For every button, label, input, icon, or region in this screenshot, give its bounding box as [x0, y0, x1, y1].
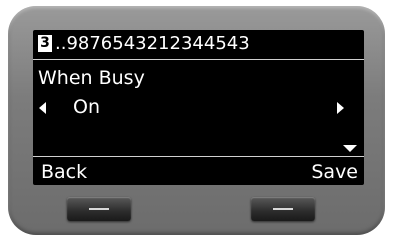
arrow-right-icon[interactable] [337, 102, 344, 114]
softkey-bar: Back Save [33, 156, 364, 185]
right-softkey-mark [273, 208, 293, 210]
setting-label: When Busy [38, 67, 145, 89]
setting-value[interactable]: On [73, 96, 100, 118]
title-bar: 3 ..9876543212344543 [33, 30, 364, 60]
left-softkey-button[interactable] [67, 197, 131, 221]
line-number-badge: 3 [38, 35, 52, 52]
caller-number-title: ..9876543212344543 [55, 33, 250, 54]
back-softkey-label[interactable]: Back [41, 161, 87, 183]
left-softkey-mark [89, 208, 109, 210]
display-screen: 3 ..9876543212344543 When Busy On Back S… [33, 30, 364, 185]
arrow-down-icon [343, 145, 357, 152]
save-softkey-label[interactable]: Save [311, 161, 358, 183]
right-softkey-button[interactable] [251, 197, 315, 221]
arrow-left-icon[interactable] [39, 102, 46, 114]
